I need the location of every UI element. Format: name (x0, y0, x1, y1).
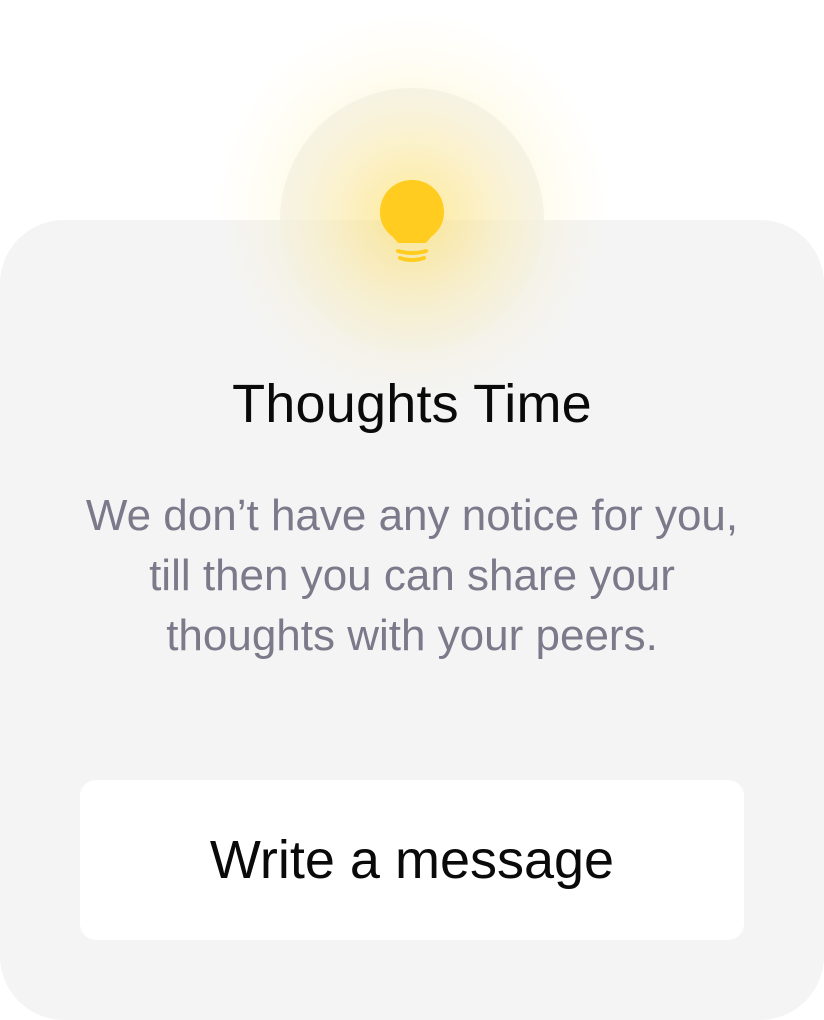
write-message-button[interactable]: Write a message (80, 780, 744, 940)
empty-state-message: We don’t have any notice for you, till t… (85, 491, 739, 660)
lightbulb-icon (380, 180, 444, 262)
empty-state-title: Thoughts Time (232, 374, 592, 434)
